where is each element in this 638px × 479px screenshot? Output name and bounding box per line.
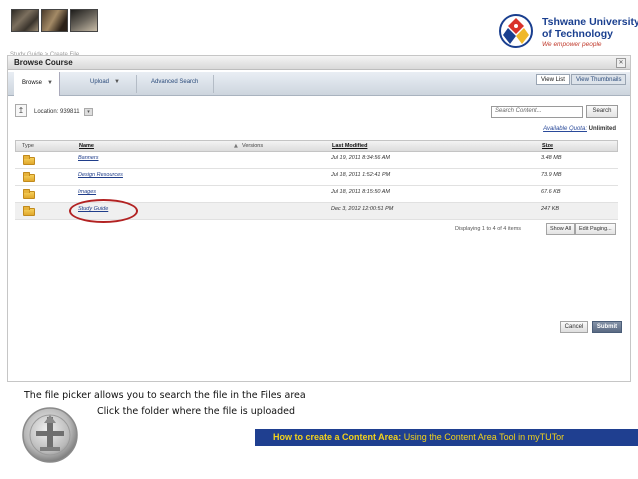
table-row[interactable]: Design Resources Jul 18, 2011 1:52:41 PM…	[15, 169, 618, 186]
header-photo	[70, 9, 99, 32]
tab-upload-label: Upload	[90, 79, 110, 85]
table-row[interactable]: Banners Jul 19, 2011 8:34:56 AM 3.48 MB	[15, 152, 618, 169]
tab-browse-label: Browse	[22, 80, 43, 86]
files-table: Type Name ▲ Versions Last Modified Size …	[15, 140, 618, 223]
file-name-link[interactable]: Images	[78, 189, 96, 195]
submit-button[interactable]: Submit	[592, 321, 622, 333]
logo-name-line2: of Technology	[542, 28, 613, 40]
quota-value: Unlimited	[588, 126, 616, 132]
window-title-bar: Browse Course ✕	[8, 56, 630, 70]
chevron-down-icon: ▼	[114, 79, 120, 85]
chevron-down-icon: ▼	[47, 80, 53, 86]
file-size: 67.6 KB	[541, 189, 561, 195]
location-label-text: Location:	[34, 109, 59, 115]
file-name-link[interactable]: Design Resources	[78, 172, 123, 178]
logo-name-line1: Tshwane University	[542, 16, 638, 28]
slide-caption-line1: The file picker allows you to search the…	[24, 390, 306, 401]
col-type[interactable]: Type	[22, 143, 34, 149]
folder-icon	[23, 155, 35, 165]
search-button[interactable]: Search	[586, 105, 618, 118]
file-size: 73.9 MB	[541, 172, 562, 178]
folder-up-icon[interactable]: ↥	[15, 104, 27, 117]
quota-link[interactable]: Available Quota:	[543, 126, 587, 132]
folder-icon	[23, 206, 35, 216]
cancel-button[interactable]: Cancel	[560, 321, 588, 333]
col-last-modified[interactable]: Last Modified	[332, 143, 367, 149]
footer-title: How to create a Content Area: Using the …	[273, 432, 564, 442]
paging-summary: Displaying 1 to 4 of 4 items	[455, 226, 522, 232]
footer-title-bold: How to create a Content Area:	[273, 432, 402, 442]
header-photo	[11, 9, 39, 32]
file-modified: Jul 18, 2011 1:52:41 PM	[331, 172, 391, 178]
window-title: Browse Course	[14, 58, 73, 67]
browse-course-window: Browse Course ✕ Browse ▼ Upload ▼ Advanced…	[7, 55, 631, 382]
file-modified: Dec 3, 2012 12:00:51 PM	[331, 206, 394, 212]
footer-title-rest: Using the Content Area Tool in myTUTor	[401, 432, 565, 442]
location-value: 939811	[60, 109, 80, 115]
nav-divider	[136, 75, 137, 93]
location-dropdown-icon[interactable]: ▾	[84, 108, 93, 116]
available-quota: Available Quota: Unlimited	[543, 126, 616, 132]
highlight-ring	[69, 199, 138, 223]
table-header: Type Name ▲ Versions Last Modified Size	[15, 140, 618, 152]
view-thumbnails-button[interactable]: View Thumbnails	[571, 74, 627, 85]
edit-paging-button[interactable]: Edit Paging...	[575, 223, 616, 235]
file-size: 3.48 MB	[541, 155, 562, 161]
view-list-button[interactable]: View List	[536, 74, 570, 85]
tab-browse[interactable]: Browse ▼	[14, 72, 60, 96]
folder-icon	[23, 189, 35, 199]
col-name[interactable]: Name	[79, 143, 94, 149]
table-row[interactable]: Study Guide Dec 3, 2012 12:00:51 PM 247 …	[15, 199, 618, 223]
location-label: Location: 939811 ▾	[34, 108, 93, 116]
footer-bar: How to create a Content Area: Using the …	[255, 429, 638, 446]
show-all-button[interactable]: Show All	[546, 223, 576, 235]
nav-divider	[213, 75, 214, 93]
slide-caption-line2: Click the folder where the file is uploa…	[97, 406, 295, 417]
file-modified: Jul 18, 2011 8:15:50 AM	[331, 189, 391, 195]
tut-logo-icon	[499, 14, 533, 48]
tab-upload[interactable]: Upload ▼	[90, 79, 120, 85]
logo-tagline: We empower people	[542, 41, 602, 48]
location-row: ↥ Location: 939811 ▾ Search Content... S…	[8, 104, 630, 120]
tut-logo: Tshwane University of Technology We empo…	[497, 13, 638, 49]
tut-emblem-icon	[22, 407, 78, 463]
file-modified: Jul 19, 2011 8:34:56 AM	[331, 155, 391, 161]
tab-advanced-search[interactable]: Advanced Search	[151, 79, 198, 85]
folder-icon	[23, 172, 35, 182]
col-versions[interactable]: Versions	[242, 143, 263, 149]
file-name-link[interactable]: Banners	[78, 155, 99, 161]
header-photo-strip	[11, 9, 99, 32]
file-size: 247 KB	[541, 206, 560, 212]
header-photo	[40, 9, 69, 32]
browse-navbar: Browse ▼ Upload ▼ Advanced Search View Lis…	[8, 72, 630, 96]
sort-arrow-icon: ▲	[234, 143, 238, 149]
search-input[interactable]: Search Content...	[491, 106, 583, 118]
col-size[interactable]: Size	[542, 143, 553, 149]
paging-bar: Displaying 1 to 4 of 4 items Show All Ed…	[8, 223, 630, 237]
close-icon[interactable]: ✕	[616, 58, 626, 68]
